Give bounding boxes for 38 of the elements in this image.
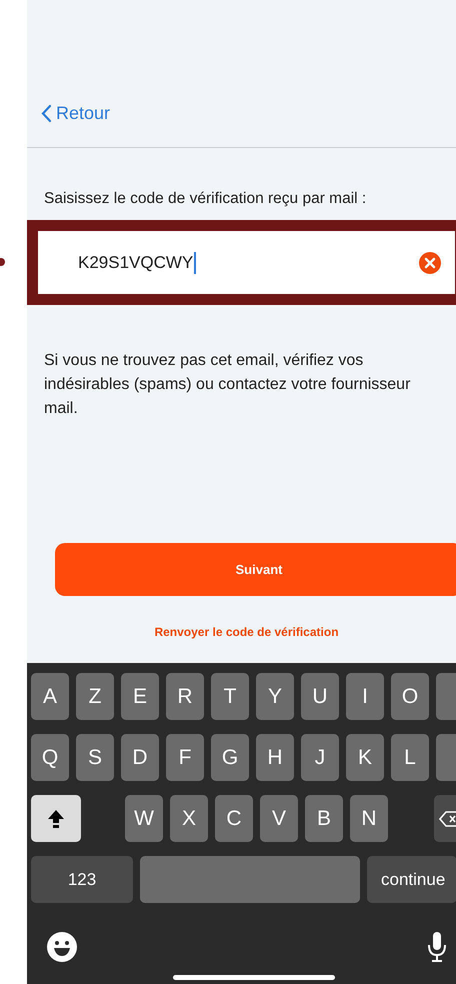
chevron-left-icon [41,104,52,123]
keyboard-key[interactable]: D [121,734,159,781]
resend-code-link[interactable]: Renvoyer le code de vérification [154,625,339,639]
keyboard-key[interactable]: L [391,734,429,781]
help-text: Si vous ne trouvez pas cet email, vérifiez vos indésirables (spams) ou contactez votre fournisseur mail. [44,351,412,419]
keyboard-key[interactable]: Y [256,673,294,720]
keyboard-key[interactable]: B [305,795,343,842]
keyboard-key[interactable]: G [211,734,249,781]
keyboard-key[interactable]: X [170,795,208,842]
keyboard-key[interactable]: A [31,673,69,720]
keyboard-key[interactable]: C [215,795,253,842]
shift-arrow-icon [47,808,65,828]
keyboard-key[interactable]: H [256,734,294,781]
prompt-text: Saisissez le code de vérification reçu par mail : [44,190,368,208]
backspace-icon [439,810,456,828]
back-link[interactable]: Retour [41,103,110,124]
keyboard-key[interactable]: O [391,673,429,720]
keyboard-key[interactable]: N [350,795,388,842]
keyboard-key[interactable]: I [346,673,384,720]
next-button[interactable]: Suivant [55,543,456,596]
microphone-icon[interactable] [426,931,448,963]
emoji-icon[interactable] [47,932,77,962]
numbers-key[interactable]: 123 [31,856,133,903]
keyboard-key[interactable]: F [166,734,204,781]
clear-icon[interactable] [419,252,441,274]
keyboard-key[interactable]: E [121,673,159,720]
keyboard-key[interactable]: S [76,734,114,781]
continue-key[interactable]: continue [367,856,456,903]
keyboard-key[interactable]: Q [31,734,69,781]
keyboard-key[interactable]: R [166,673,204,720]
keyboard-key[interactable]: W [125,795,163,842]
keyboard-key[interactable]: V [260,795,298,842]
keyboard-key[interactable]: J [301,734,339,781]
keyboard-key[interactable]: K [346,734,384,781]
shift-key[interactable] [31,795,81,842]
keyboard-key[interactable]: U [301,673,339,720]
keyboard-key[interactable]: T [211,673,249,720]
keyboard-key[interactable]: Z [76,673,114,720]
